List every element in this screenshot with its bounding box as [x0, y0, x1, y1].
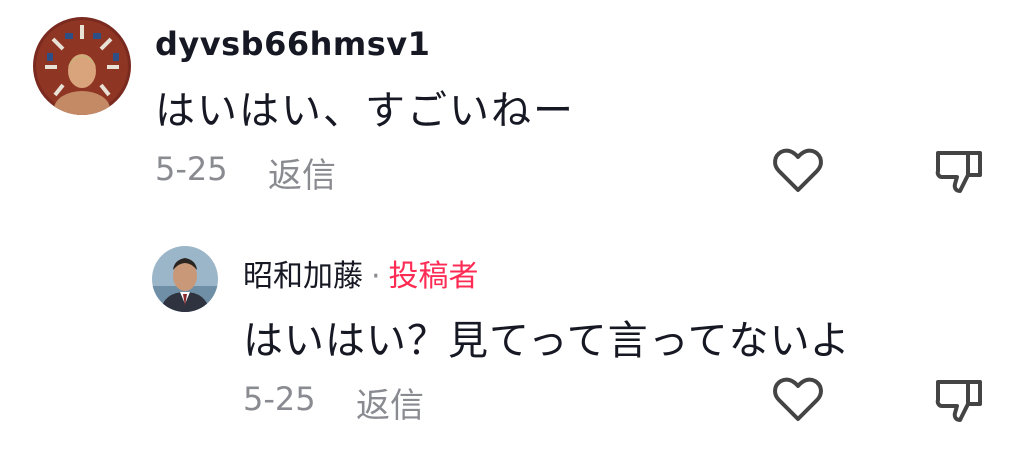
- heart-outline-icon: [773, 148, 823, 192]
- dislike-button[interactable]: [934, 147, 984, 195]
- comment-text: はいはい、すごいねー: [155, 88, 575, 134]
- dislike-button[interactable]: [934, 376, 984, 424]
- reply-header: 昭和加藤 · 投稿者: [243, 251, 479, 295]
- heart-outline-icon: [773, 377, 823, 421]
- reply-text: はいはい？見てって言ってないよ: [243, 318, 851, 364]
- separator-dot: ·: [371, 259, 381, 294]
- thumbs-down-outline-icon: [935, 151, 982, 193]
- comment-date: 5-25: [155, 150, 228, 188]
- avatar-image: [152, 246, 218, 312]
- like-button[interactable]: [772, 147, 824, 195]
- avatar-image: [33, 17, 131, 115]
- like-button[interactable]: [772, 376, 824, 424]
- thumbs-down-outline-icon: [935, 380, 982, 422]
- reply-date: 5-25: [243, 380, 316, 418]
- reply-button[interactable]: 返信: [356, 378, 424, 427]
- avatar[interactable]: [33, 17, 131, 115]
- author-badge: 投稿者: [388, 259, 479, 294]
- reply-username[interactable]: 昭和加藤: [243, 259, 363, 294]
- avatar[interactable]: [152, 246, 218, 312]
- reply-button[interactable]: 返信: [268, 148, 336, 197]
- comment-username[interactable]: dyvsb66hmsv1: [155, 25, 430, 63]
